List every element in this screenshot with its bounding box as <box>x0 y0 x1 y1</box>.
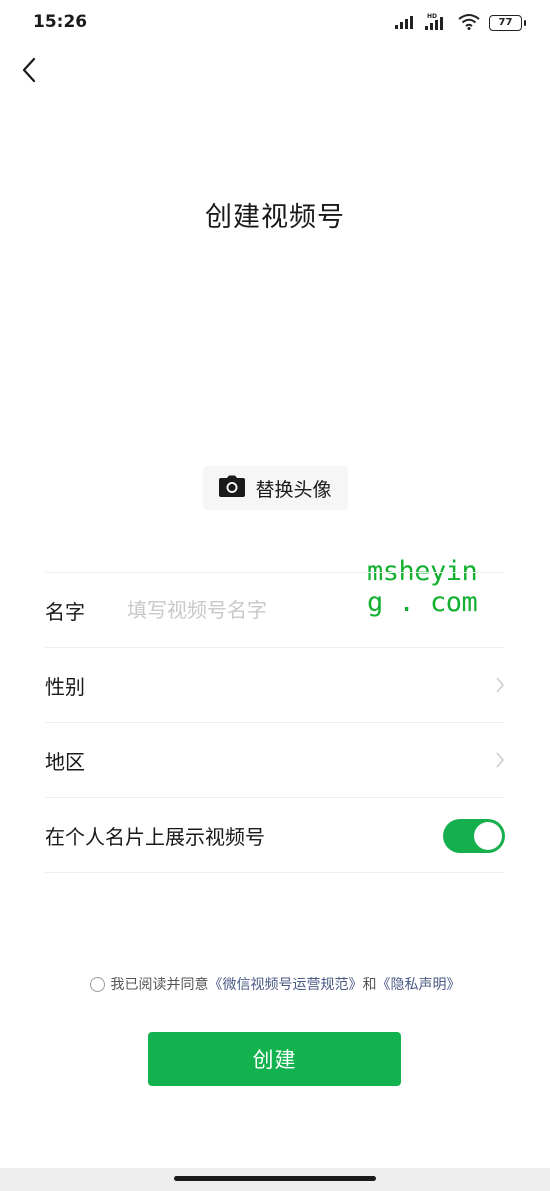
battery-icon: 77 <box>489 15 526 31</box>
svg-text:HD: HD <box>427 13 437 20</box>
chevron-left-icon <box>21 57 37 87</box>
name-row[interactable]: 名字 <box>45 573 505 648</box>
region-label: 地区 <box>45 749 85 774</box>
status-bar: 15:26 HD 77 <box>0 0 550 48</box>
gender-label: 性别 <box>45 674 85 699</box>
back-button[interactable] <box>12 55 46 89</box>
status-icons: HD 77 <box>395 12 526 34</box>
replace-avatar-label: 替换头像 <box>255 478 332 501</box>
wifi-icon <box>457 12 481 34</box>
show-on-card-label: 在个人名片上展示视频号 <box>45 824 265 849</box>
gender-row[interactable]: 性别 <box>45 648 505 723</box>
cellular-signal-icon <box>395 14 417 33</box>
toggle-knob <box>474 822 502 850</box>
privacy-statement-link[interactable]: 《隐私声明》 <box>377 974 461 994</box>
chevron-right-icon <box>495 751 505 773</box>
hd-signal-icon: HD <box>425 12 449 34</box>
agreement-conjunction: 和 <box>362 977 377 993</box>
status-time: 15:26 <box>33 12 88 32</box>
bottom-bar <box>0 1168 550 1191</box>
region-row[interactable]: 地区 <box>45 723 505 798</box>
create-button[interactable]: 创建 <box>148 1032 401 1086</box>
show-on-card-toggle[interactable] <box>443 819 505 853</box>
agreement-prefix: 我已阅读并同意 <box>110 977 209 993</box>
replace-avatar-button[interactable]: 替换头像 <box>203 466 348 510</box>
show-on-card-row: 在个人名片上展示视频号 <box>45 798 505 873</box>
agreement: 我已阅读并同意 《微信视频号运营规范》 和 《隐私声明》 <box>0 974 550 994</box>
camera-icon <box>219 475 246 501</box>
name-input[interactable] <box>127 598 347 622</box>
chevron-right-icon <box>495 676 505 698</box>
name-label: 名字 <box>45 599 85 624</box>
operation-rules-link[interactable]: 《微信视频号运营规范》 <box>209 974 363 994</box>
page-title: 创建视频号 <box>205 202 345 233</box>
home-indicator[interactable] <box>174 1176 376 1181</box>
profile-form: 名字 性别 地区 在个人名片上展示视频号 <box>45 572 505 873</box>
agreement-radio[interactable] <box>89 976 105 992</box>
